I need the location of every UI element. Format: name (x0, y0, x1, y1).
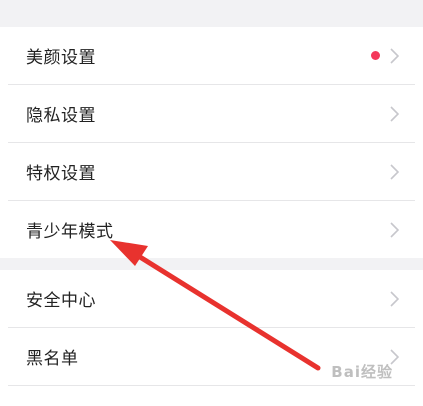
row-label: 青少年模式 (26, 222, 114, 242)
chevron-right-icon (390, 47, 399, 64)
row-label: 隐私设置 (26, 106, 96, 126)
chevron-right-icon (390, 105, 399, 122)
settings-row-security[interactable]: 安全中心 (8, 270, 415, 328)
section-gap (0, 0, 423, 27)
row-label: 美颜设置 (26, 48, 96, 68)
chevron-right-icon (390, 290, 399, 307)
settings-row-privilege[interactable]: 特权设置 (8, 143, 415, 201)
row-label: 安全中心 (26, 291, 96, 311)
settings-row-privacy[interactable]: 隐私设置 (8, 85, 415, 143)
watermark: Bai经验 (331, 363, 393, 381)
settings-row-teen-mode[interactable]: 青少年模式 (8, 201, 415, 258)
settings-row-beauty[interactable]: 美颜设置 (8, 27, 415, 85)
chevron-right-icon (390, 163, 399, 180)
chevron-right-icon (390, 221, 399, 238)
red-dot-badge (371, 51, 380, 60)
settings-page: 美颜设置 隐私设置 特权设置 青少年模式 安全中心 黑名单 Bai经验 (0, 0, 423, 406)
section-gap (0, 258, 423, 270)
row-label: 特权设置 (26, 164, 96, 184)
settings-group-1: 美颜设置 隐私设置 特权设置 青少年模式 (8, 27, 415, 258)
